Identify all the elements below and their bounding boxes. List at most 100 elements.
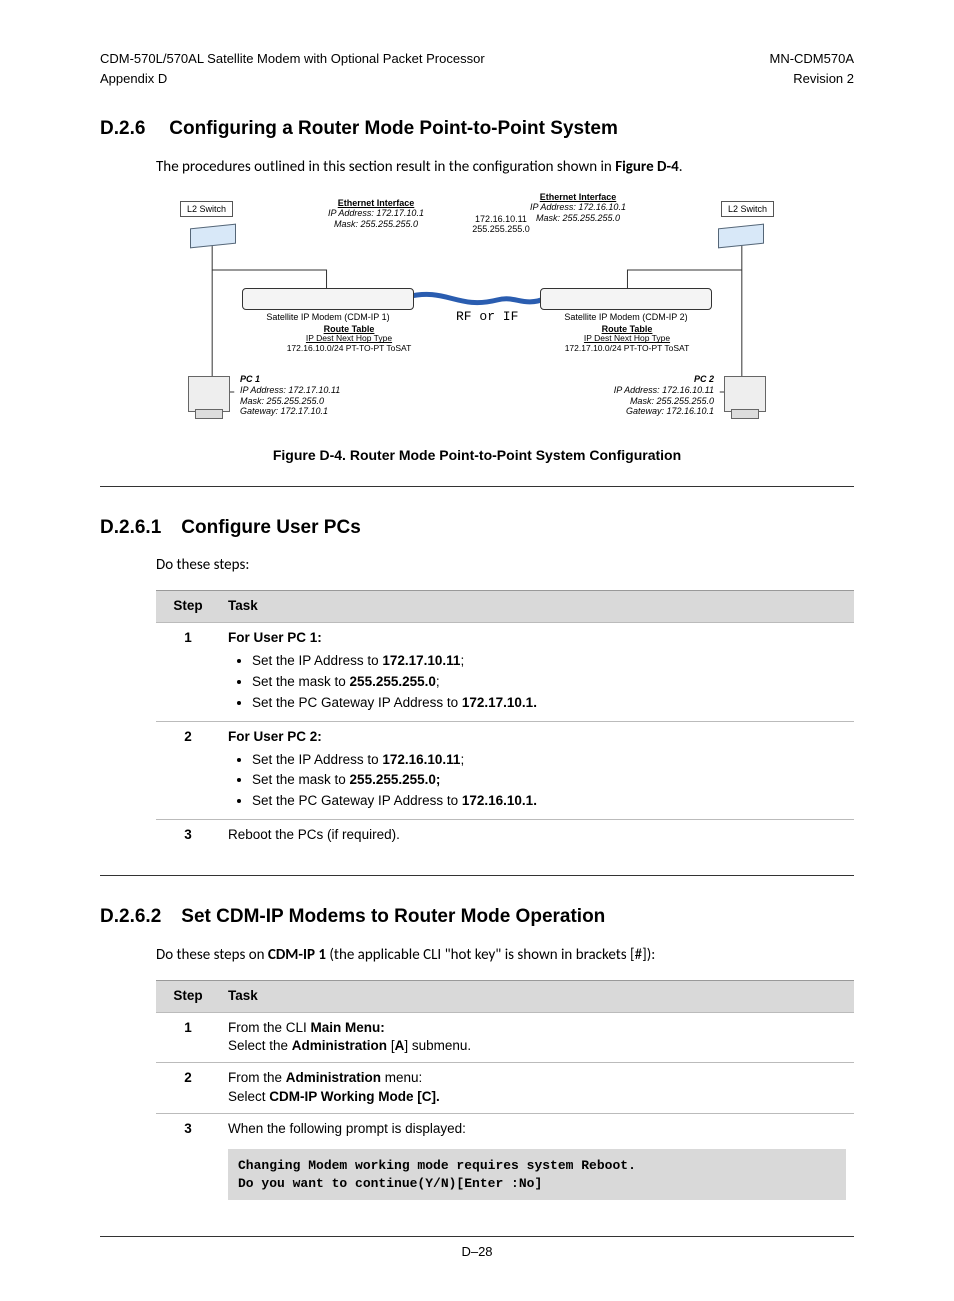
switch-icon-left (190, 226, 236, 246)
val: Administration (292, 1038, 387, 1053)
link-ip: 172.16.10.11 (456, 214, 546, 224)
txt: Set the mask to (252, 772, 350, 787)
txt: Set the PC Gateway IP Address to (252, 793, 462, 808)
step-num: 3 (156, 1114, 220, 1206)
intro-d262: Do these steps on CDM-IP 1 (the applicab… (156, 945, 854, 966)
intro-d262-c: (the applicable CLI "hot key" is shown i… (326, 946, 655, 964)
heading-d26-title: Configuring a Router Mode Point-to-Point… (169, 118, 618, 139)
modem-right: Satellite IP Modem (CDM-IP 2) (540, 288, 712, 322)
figure-d4: L2 Switch L2 Switch Ethernet Interface I… (156, 192, 798, 466)
eth-right-ip: IP Address: 172.16.10.1 (498, 202, 658, 212)
txt: menu: (381, 1070, 422, 1085)
val: 172.16.10.1. (462, 793, 537, 808)
txt: ] submenu. (404, 1038, 471, 1053)
col-step: Step (156, 980, 220, 1012)
eth-left-mask: Mask: 255.255.255.0 (296, 219, 456, 229)
step-num: 1 (156, 623, 220, 722)
table-row: 3 When the following prompt is displayed… (156, 1114, 854, 1206)
val: Main Menu: (311, 1020, 385, 1035)
steps-table-d262: Step Task 1 From the CLI Main Menu: Sele… (156, 980, 854, 1206)
divider-2 (100, 875, 854, 876)
l2-switch-right-text: L2 Switch (721, 201, 774, 217)
step-task: From the Administration menu: Select CDM… (220, 1063, 854, 1114)
pc2-gw: Gateway: 172.16.10.1 (626, 406, 714, 416)
pc2-mask: Mask: 255.255.255.0 (630, 396, 714, 406)
step-task: When the following prompt is displayed: … (220, 1114, 854, 1206)
eth-left: Ethernet Interface IP Address: 172.17.10… (296, 198, 456, 229)
pc1-mask: Mask: 255.255.255.0 (240, 396, 324, 406)
pc2-name: PC 2 (694, 374, 714, 384)
intro-d26-a: The procedures outlined in this section … (156, 158, 615, 176)
heading-d26-num: D.2.6 (100, 116, 164, 143)
list-item: Set the IP Address to 172.17.10.11; (252, 652, 846, 671)
steps-table-d261: Step Task 1 For User PC 1: Set the IP Ad… (156, 590, 854, 851)
pc2-icon (724, 376, 766, 412)
list-item: Set the PC Gateway IP Address to 172.17.… (252, 694, 846, 713)
intro-d26-figref: Figure D-4 (615, 158, 679, 176)
page-header-row2: Appendix D Revision 2 (100, 70, 854, 88)
heading-d261: D.2.6.1 Configure User PCs (100, 515, 854, 542)
table-header-row: Step Task (156, 591, 854, 623)
pc1-icon (188, 376, 230, 412)
table-header-row: Step Task (156, 980, 854, 1012)
heading-d261-title: Configure User PCs (181, 517, 360, 538)
step-num: 2 (156, 1063, 220, 1114)
modem-left: Satellite IP Modem (CDM-IP 1) (242, 288, 414, 322)
txt: From the (228, 1070, 286, 1085)
link-label: 172.16.10.11 255.255.255.0 (456, 214, 546, 235)
list-item: Set the mask to 255.255.255.0; (252, 673, 846, 692)
txt: Set the IP Address to (252, 653, 382, 668)
txt: From the CLI (228, 1020, 311, 1035)
eth-left-hdr: Ethernet Interface (296, 198, 456, 208)
heading-d262: D.2.6.2 Set CDM-IP Modems to Router Mode… (100, 904, 854, 931)
txt: Set the mask to (252, 674, 350, 689)
intro-d262-b: CDM-IP 1 (268, 946, 326, 964)
route-table-left: Route Table IP Dest Next Hop Type 172.16… (264, 324, 434, 354)
heading-d262-num: D.2.6.2 (100, 904, 176, 931)
table-row: 1 From the CLI Main Menu: Select the Adm… (156, 1012, 854, 1063)
heading-d26: D.2.6 Configuring a Router Mode Point-to… (100, 116, 854, 143)
l2-switch-left-text: L2 Switch (180, 201, 233, 217)
table-row: 3 Reboot the PCs (if required). (156, 820, 854, 851)
step-task: Reboot the PCs (if required). (220, 820, 854, 851)
table-row: 2 From the Administration menu: Select C… (156, 1063, 854, 1114)
table-row: 2 For User PC 2: Set the IP Address to 1… (156, 721, 854, 820)
table-row: 1 For User PC 1: Set the IP Address to 1… (156, 623, 854, 722)
pc1-ip: IP Address: 172.17.10.11 (240, 385, 340, 395)
header-right-line1: MN-CDM570A (769, 50, 854, 68)
val: 172.17.10.1. (462, 695, 537, 710)
pc2-ip: IP Address: 172.16.10.11 (614, 385, 714, 395)
val: CDM-IP Working Mode [C]. (269, 1089, 440, 1104)
txt: Select (228, 1089, 269, 1104)
divider-1 (100, 486, 854, 487)
intro-d26-c: . (679, 158, 683, 176)
txt: [ (387, 1038, 395, 1053)
eth-left-ip: IP Address: 172.17.10.1 (296, 208, 456, 218)
step-task: For User PC 2: Set the IP Address to 172… (220, 721, 854, 820)
val: 255.255.255.0; (350, 772, 441, 787)
pc1-gw: Gateway: 172.17.10.1 (240, 406, 328, 416)
header-right-line2: Revision 2 (793, 70, 854, 88)
switch-icon-right (718, 226, 764, 246)
pc1-name: PC 1 (240, 374, 260, 384)
txt: Select the (228, 1038, 292, 1053)
step-num: 1 (156, 1012, 220, 1063)
txt: When the following prompt is displayed: (228, 1121, 466, 1136)
figure-d4-caption: Figure D-4. Router Mode Point-to-Point S… (156, 446, 798, 466)
txt: Set the PC Gateway IP Address to (252, 695, 462, 710)
intro-d262-a: Do these steps on (156, 946, 268, 964)
step-num: 3 (156, 820, 220, 851)
modem-left-label: Satellite IP Modem (CDM-IP 1) (242, 312, 414, 322)
txt: Set the IP Address to (252, 752, 382, 767)
val: Administration (286, 1070, 381, 1085)
rt-left-row: 172.16.10.0/24 PT-TO-PT ToSAT (264, 344, 434, 354)
step-task: From the CLI Main Menu: Select the Admin… (220, 1012, 854, 1063)
rf-or-if: RF or IF (456, 310, 518, 325)
l2-switch-left-label: L2 Switch (180, 204, 233, 214)
step-task: For User PC 1: Set the IP Address to 172… (220, 623, 854, 722)
col-task: Task (220, 980, 854, 1012)
rt-right-row: 172.17.10.0/24 PT-TO-PT ToSAT (542, 344, 712, 354)
val: 172.17.10.11 (382, 653, 460, 668)
link-mask: 255.255.255.0 (456, 224, 546, 234)
txt: ; (460, 653, 464, 668)
